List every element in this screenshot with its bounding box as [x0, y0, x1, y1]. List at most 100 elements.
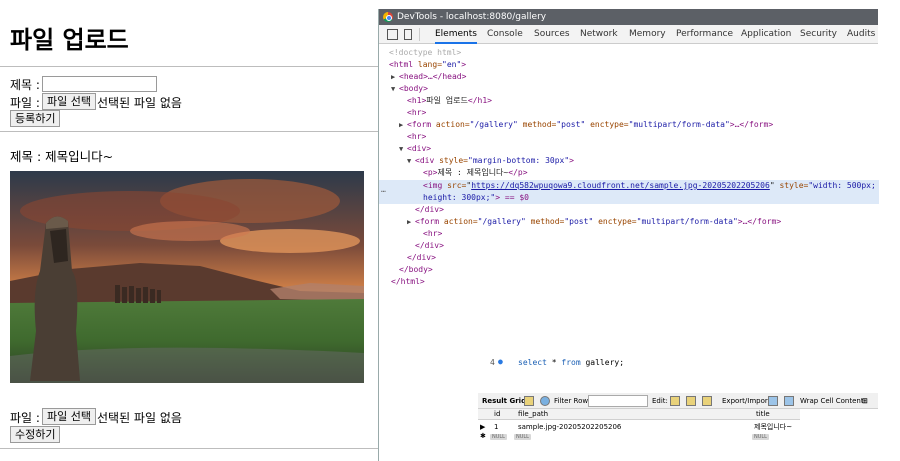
column-header-file-path[interactable]: file_path — [518, 409, 548, 420]
code-tag: <img — [423, 181, 443, 190]
tab-console[interactable]: Console — [487, 25, 523, 44]
inspect-element-icon[interactable] — [387, 29, 398, 40]
refresh-icon[interactable] — [540, 396, 550, 406]
code-line-selected[interactable]: <img src="https://dq582wpuqowa9.cloudfro… — [423, 180, 876, 192]
code-line[interactable]: </div> — [415, 240, 444, 252]
code-tag: <div — [415, 156, 435, 165]
import-icon[interactable] — [784, 396, 794, 406]
wrap-cell-label: Wrap Cell Content: — [800, 397, 866, 405]
new-row-null[interactable]: NULL — [490, 431, 507, 441]
code-tag: </html> — [391, 277, 425, 286]
wrap-cell-icon[interactable]: ⊞ — [862, 397, 868, 405]
tab-application[interactable]: Application — [741, 25, 791, 44]
code-value: "post" — [556, 120, 586, 129]
code-tag: </p> — [508, 168, 528, 177]
divider — [0, 131, 378, 132]
code-line[interactable]: <!doctype html> — [389, 47, 461, 59]
code-value: "multipart/form-data" — [628, 120, 730, 129]
code-line[interactable]: <hr> — [407, 131, 426, 143]
code-line[interactable]: ▼ <div> — [399, 143, 431, 155]
code-value: "en" — [442, 60, 462, 69]
choose-file-button[interactable]: 파일 선택 — [42, 93, 96, 110]
devtools-tabbar: Elements Console Sources Network Memory … — [379, 25, 878, 44]
cell-file-path[interactable]: sample.jpg-20205202205206 — [518, 422, 621, 432]
code-line[interactable]: </div> — [407, 252, 436, 264]
register-button[interactable]: 등록하기 — [10, 110, 61, 127]
new-row-icon: ✱ — [480, 432, 486, 440]
column-header-id[interactable]: id — [494, 409, 500, 420]
sql-table: gallery; — [585, 358, 625, 367]
new-row-null[interactable]: NULL — [752, 431, 769, 441]
code-tag: >…</form> — [737, 217, 782, 226]
code-attr: style= — [439, 156, 468, 165]
code-line[interactable]: ▶ <head>…</head> — [391, 71, 466, 83]
code-text: 파일 업로드 — [426, 96, 468, 105]
export-import-label: Export/Import: — [722, 397, 773, 405]
new-row-null[interactable]: NULL — [514, 431, 531, 441]
moai-photo — [10, 171, 364, 383]
collapse-icon[interactable]: ▼ — [399, 143, 407, 155]
devtools-titlebar: DevTools - localhost:8080/gallery — [379, 9, 878, 25]
code-line[interactable]: ▶ <form action="/gallery" method="post" e… — [407, 216, 781, 228]
edit-no-file-text: 선택된 파일 없음 — [97, 411, 182, 425]
post-title: 제목 : 제목입니다~ — [10, 149, 114, 164]
gallery-image — [10, 171, 364, 383]
code-line[interactable]: ▼ <body> — [391, 83, 428, 95]
title-label: 제목 : — [10, 78, 40, 92]
code-value: "margin-bottom: 30px" — [468, 156, 570, 165]
more-options-icon[interactable]: … — [381, 185, 386, 194]
collapse-icon[interactable]: ▼ — [407, 155, 415, 167]
device-toolbar-icon[interactable] — [404, 29, 412, 40]
grid-view-icon[interactable] — [524, 396, 534, 406]
code-tag: <form — [415, 217, 440, 226]
edit-row-icon[interactable] — [670, 396, 680, 406]
tab-sources[interactable]: Sources — [534, 25, 570, 44]
expand-icon[interactable]: ▶ — [407, 216, 415, 228]
no-file-text: 선택된 파일 없음 — [97, 96, 182, 110]
result-grid-label: Result Grid — [482, 397, 527, 405]
code-line-selected[interactable]: height: 300px;"> == $0 — [423, 192, 529, 204]
edit-label: Edit: — [652, 397, 668, 405]
expand-icon[interactable]: ▶ — [391, 71, 399, 83]
edit-button[interactable]: 수정하기 — [10, 426, 61, 443]
expand-icon[interactable]: ▶ — [399, 119, 407, 131]
code-tag: <body> — [399, 84, 428, 93]
code-attr: lang= — [417, 60, 443, 69]
title-input[interactable] — [42, 76, 157, 92]
tab-security[interactable]: Security — [800, 25, 837, 44]
code-tag: <h1> — [407, 96, 427, 105]
code-line[interactable]: <hr> — [423, 228, 442, 240]
code-line[interactable]: ▶ <form action="/gallery" method="post" e… — [399, 119, 773, 131]
img-src-link[interactable]: https://dq582wpuqowa9.cloudfront.net/sam… — [471, 181, 770, 190]
code-tag: <head>…</head> — [399, 72, 467, 81]
code-tag: </div> — [415, 205, 444, 214]
devtools-window-title: DevTools - localhost:8080/gallery — [397, 12, 547, 22]
null-badge: NULL — [752, 434, 769, 440]
column-header-title[interactable]: title — [756, 409, 770, 420]
export-icon[interactable] — [768, 396, 778, 406]
code-line[interactable]: ▼ <div style="margin-bottom: 30px"> — [407, 155, 574, 167]
code-line[interactable]: <h1>파일 업로드</h1> — [407, 95, 492, 107]
code-value: height: 300px;" — [423, 193, 496, 202]
code-value: "/gallery" — [469, 120, 518, 129]
code-line[interactable]: <p>제목 : 제목입니다~</p> — [423, 167, 528, 179]
tab-audits[interactable]: Audits — [847, 25, 875, 44]
tab-performance[interactable]: Performance — [676, 25, 733, 44]
code-line[interactable]: </div> — [415, 204, 444, 216]
code-line[interactable]: <hr> — [407, 107, 426, 119]
tab-network[interactable]: Network — [580, 25, 618, 44]
code-line[interactable]: <html lang="en"> — [389, 59, 466, 71]
code-attr: action= — [435, 120, 470, 129]
code-tag: <form — [407, 120, 432, 129]
tab-memory[interactable]: Memory — [629, 25, 666, 44]
code-attr: method= — [522, 120, 557, 129]
delete-row-icon[interactable] — [702, 396, 712, 406]
add-row-icon[interactable] — [686, 396, 696, 406]
tab-elements[interactable]: Elements — [435, 25, 477, 44]
code-line[interactable]: </html> — [391, 276, 425, 288]
code-line[interactable]: </body> — [399, 264, 433, 276]
edit-choose-file-button[interactable]: 파일 선택 — [42, 408, 96, 425]
code-attr: src= — [447, 181, 467, 190]
collapse-icon[interactable]: ▼ — [391, 83, 399, 95]
filter-rows-input[interactable] — [588, 395, 648, 407]
